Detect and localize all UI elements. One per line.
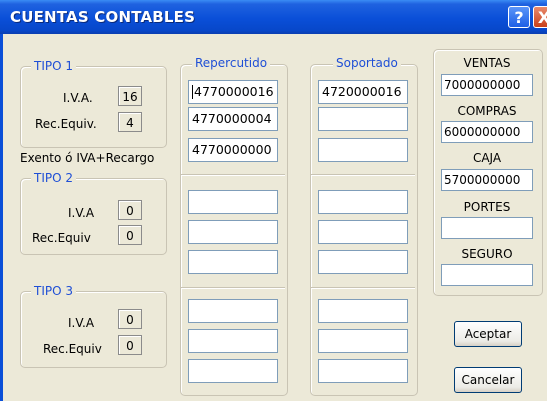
soportado-field-7[interactable] xyxy=(318,299,408,323)
text-caret xyxy=(192,85,193,99)
tipo1-rec-value: 4 xyxy=(118,112,142,132)
tipo3-rec-value: 0 xyxy=(118,335,142,355)
cancel-button[interactable]: Cancelar xyxy=(454,367,522,393)
tipo2-rec-label: Rec.Equiv xyxy=(32,231,91,245)
repercutido-field-6[interactable] xyxy=(188,250,278,274)
exento-label: Exento ó IVA+Recargo xyxy=(20,151,155,165)
dialog-window: CUENTAS CONTABLES ? X TIPO 1 I.V.A. 16 R… xyxy=(0,0,547,401)
portes-label: PORTES xyxy=(463,200,511,214)
repercutido-field-3[interactable]: 4770000000 xyxy=(188,138,278,162)
close-button[interactable]: X xyxy=(533,6,547,28)
window-border xyxy=(0,34,3,401)
tipo1-group xyxy=(20,66,167,148)
compras-field[interactable]: 6000000000 xyxy=(441,121,533,143)
soportado-divider xyxy=(311,287,415,288)
repercutido-field-8[interactable] xyxy=(188,329,278,353)
repercutido-divider xyxy=(181,174,285,175)
soportado-field-3[interactable] xyxy=(318,138,408,162)
soportado-field-4[interactable] xyxy=(318,190,408,214)
tipo2-legend: TIPO 2 xyxy=(31,171,76,185)
repercutido-field-9[interactable] xyxy=(188,359,278,383)
tipo3-iva-value: 0 xyxy=(118,309,142,329)
ventas-label: VENTAS xyxy=(463,56,511,70)
compras-label: COMPRAS xyxy=(457,104,517,118)
tipo2-rec-value: 0 xyxy=(118,225,142,245)
window-title: CUENTAS CONTABLES xyxy=(10,8,196,26)
tipo2-iva-label: I.V.A xyxy=(68,206,95,220)
tipo3-iva-label: I.V.A xyxy=(68,316,95,330)
caja-field[interactable]: 5700000000 xyxy=(441,169,533,191)
repercutido-field-4[interactable] xyxy=(188,190,278,214)
repercutido-legend: Repercutido xyxy=(192,56,271,70)
tipo1-rec-label: Rec.Equiv. xyxy=(35,117,97,131)
ventas-field[interactable]: 7000000000 xyxy=(441,74,533,96)
soportado-field-8[interactable] xyxy=(318,329,408,353)
portes-field[interactable] xyxy=(441,217,533,239)
tipo1-iva-value: 16 xyxy=(118,86,142,106)
soportado-field-5[interactable] xyxy=(318,220,408,244)
repercutido-field-2[interactable]: 4770000004 xyxy=(188,107,278,131)
seguro-label: SEGURO xyxy=(461,247,513,261)
repercutido-field-1[interactable]: 4770000016 xyxy=(188,80,278,104)
soportado-field-9[interactable] xyxy=(318,359,408,383)
soportado-legend: Soportado xyxy=(333,56,401,70)
soportado-field-6[interactable] xyxy=(318,250,408,274)
repercutido-field-7[interactable] xyxy=(188,299,278,323)
tipo1-legend: TIPO 1 xyxy=(31,59,76,73)
tipo3-rec-label: Rec.Equiv xyxy=(43,342,102,356)
field-value: 4770000016 xyxy=(194,84,274,99)
caja-label: CAJA xyxy=(472,151,502,165)
seguro-field[interactable] xyxy=(441,264,533,286)
soportado-divider xyxy=(311,174,415,175)
soportado-field-1[interactable]: 4720000016 xyxy=(318,80,408,104)
repercutido-divider xyxy=(181,287,285,288)
tipo2-iva-value: 0 xyxy=(118,200,142,220)
title-bar[interactable]: CUENTAS CONTABLES ? X xyxy=(0,0,547,34)
tipo3-legend: TIPO 3 xyxy=(31,284,76,298)
repercutido-field-5[interactable] xyxy=(188,220,278,244)
accept-button[interactable]: Aceptar xyxy=(454,321,522,347)
soportado-field-2[interactable] xyxy=(318,107,408,131)
tipo1-iva-label: I.V.A. xyxy=(63,91,93,105)
help-button[interactable]: ? xyxy=(508,6,530,28)
